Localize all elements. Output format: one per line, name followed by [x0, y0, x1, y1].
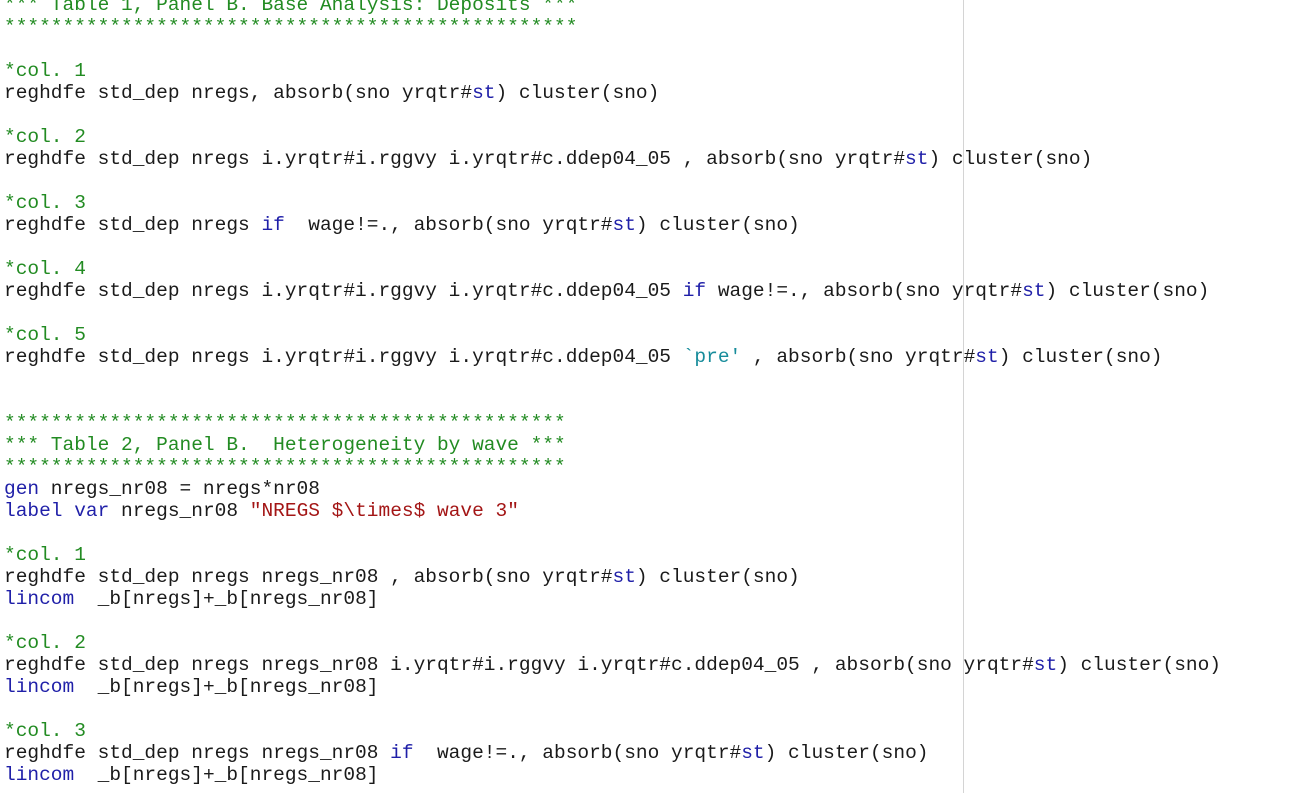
code-token-plain: ) cluster(sno): [928, 148, 1093, 170]
code-token-keyword: gen: [4, 478, 40, 500]
code-line[interactable]: *** Table 1, Panel B. Base Analysis: Dep…: [0, 0, 1314, 16]
code-token-plain: nregs_nr08: [109, 500, 250, 522]
code-token-comment: *col. 5: [4, 324, 86, 346]
code-line[interactable]: ​: [0, 38, 1314, 60]
code-token-comment: ****************************************…: [4, 456, 566, 478]
code-token-comment: ****************************************…: [4, 412, 566, 434]
code-line[interactable]: *** Table 2, Panel B. Heterogeneity by w…: [0, 434, 1314, 456]
code-line[interactable]: *col. 3: [0, 192, 1314, 214]
code-token-plain: ) cluster(sno): [998, 346, 1163, 368]
code-line[interactable]: ​: [0, 104, 1314, 126]
code-line[interactable]: label var nregs_nr08 "NREGS $\times$ wav…: [0, 500, 1314, 522]
code-line[interactable]: ​: [0, 610, 1314, 632]
code-token-plain: _b[nregs]+_b[nregs_nr08]: [74, 764, 379, 786]
edge-column-guide: [963, 0, 964, 793]
code-token-comment: *** Table 2, Panel B. Heterogeneity by w…: [4, 434, 566, 456]
code-line[interactable]: *col. 3: [0, 720, 1314, 742]
code-token-keyword: st: [612, 566, 636, 588]
code-line[interactable]: *col. 2: [0, 632, 1314, 654]
code-token-comment: *col. 2: [4, 632, 86, 654]
code-line[interactable]: ​: [0, 236, 1314, 258]
code-line[interactable]: *col. 1: [0, 60, 1314, 82]
code-line[interactable]: ​: [0, 302, 1314, 324]
code-token-keyword: st: [1022, 280, 1046, 302]
code-editor[interactable]: *** Table 1, Panel B. Base Analysis: Dep…: [0, 0, 1314, 786]
code-token-plain: ) cluster(sno): [635, 214, 800, 236]
code-token-plain: ) cluster(sno): [764, 742, 929, 764]
code-token-keyword: label var: [4, 500, 110, 522]
code-line[interactable]: ****************************************…: [0, 412, 1314, 434]
code-token-local: `pre': [682, 346, 742, 368]
code-token-plain: reghdfe std_dep nregs nregs_nr08 , absor…: [4, 566, 613, 588]
code-token-keyword: st: [905, 148, 929, 170]
code-token-keyword: st: [1033, 654, 1058, 676]
code-token-plain: ) cluster(sno): [495, 82, 660, 104]
code-token-keyword: st: [975, 346, 999, 368]
code-token-comment: *col. 2: [4, 126, 86, 148]
code-token-keyword: if: [261, 214, 285, 236]
code-token-keyword: if: [682, 280, 707, 302]
code-token-plain: nregs_nr08 = nregs*nr08: [39, 478, 320, 500]
code-line[interactable]: *col. 2: [0, 126, 1314, 148]
code-line[interactable]: gen nregs_nr08 = nregs*nr08: [0, 478, 1314, 500]
code-line[interactable]: reghdfe std_dep nregs if wage!=., absorb…: [0, 214, 1314, 236]
code-token-comment: ****************************************…: [4, 16, 578, 38]
code-token-plain: wage!=., absorb(sno yrqtr#: [284, 214, 613, 236]
code-token-plain: reghdfe std_dep nregs nregs_nr08 i.yrqtr…: [4, 654, 1034, 676]
code-line[interactable]: ****************************************…: [0, 456, 1314, 478]
code-line[interactable]: *col. 5: [0, 324, 1314, 346]
code-line[interactable]: reghdfe std_dep nregs i.yrqtr#i.rggvy i.…: [0, 280, 1314, 302]
code-line[interactable]: lincom _b[nregs]+_b[nregs_nr08]: [0, 764, 1314, 786]
code-token-plain: wage!=., absorb(sno yrqtr#: [413, 742, 742, 764]
code-token-plain: _b[nregs]+_b[nregs_nr08]: [74, 588, 379, 610]
code-line[interactable]: lincom _b[nregs]+_b[nregs_nr08]: [0, 588, 1314, 610]
code-token-plain: reghdfe std_dep nregs, absorb(sno yrqtr#: [4, 82, 473, 104]
code-token-plain: reghdfe std_dep nregs i.yrqtr#i.rggvy i.…: [4, 346, 683, 368]
code-token-plain: _b[nregs]+_b[nregs_nr08]: [74, 676, 379, 698]
code-token-plain: , absorb(sno yrqtr#: [741, 346, 976, 368]
code-line[interactable]: reghdfe std_dep nregs i.yrqtr#i.rggvy i.…: [0, 346, 1314, 368]
code-line[interactable]: *col. 1: [0, 544, 1314, 566]
code-line[interactable]: *col. 4: [0, 258, 1314, 280]
code-line[interactable]: ​: [0, 368, 1314, 390]
code-token-plain: reghdfe std_dep nregs: [4, 214, 262, 236]
code-token-comment: *col. 1: [4, 544, 86, 566]
code-line[interactable]: reghdfe std_dep nregs, absorb(sno yrqtr#…: [0, 82, 1314, 104]
code-token-keyword: lincom: [4, 764, 75, 786]
code-token-plain: ) cluster(sno): [635, 566, 800, 588]
code-token-plain: reghdfe std_dep nregs i.yrqtr#i.rggvy i.…: [4, 148, 906, 170]
code-line[interactable]: ​: [0, 698, 1314, 720]
code-token-plain: ) cluster(sno): [1057, 654, 1222, 676]
code-token-keyword: st: [612, 214, 636, 236]
code-token-comment: *col. 1: [4, 60, 86, 82]
code-token-plain: ) cluster(sno): [1045, 280, 1210, 302]
code-line[interactable]: ****************************************…: [0, 16, 1314, 38]
code-token-comment: *col. 4: [4, 258, 86, 280]
code-line[interactable]: lincom _b[nregs]+_b[nregs_nr08]: [0, 676, 1314, 698]
code-token-plain: reghdfe std_dep nregs nregs_nr08: [4, 742, 391, 764]
code-line[interactable]: ​: [0, 170, 1314, 192]
code-token-plain: wage!=., absorb(sno yrqtr#: [706, 280, 1023, 302]
code-token-keyword: lincom: [4, 676, 75, 698]
code-token-comment: *col. 3: [4, 720, 86, 742]
code-token-keyword: if: [390, 742, 414, 764]
code-line[interactable]: ​: [0, 522, 1314, 544]
code-line[interactable]: reghdfe std_dep nregs nregs_nr08 , absor…: [0, 566, 1314, 588]
code-line[interactable]: reghdfe std_dep nregs nregs_nr08 if wage…: [0, 742, 1314, 764]
code-token-plain: reghdfe std_dep nregs i.yrqtr#i.rggvy i.…: [4, 280, 683, 302]
code-token-comment: *col. 3: [4, 192, 86, 214]
code-line[interactable]: reghdfe std_dep nregs nregs_nr08 i.yrqtr…: [0, 654, 1314, 676]
code-token-keyword: lincom: [4, 588, 75, 610]
code-line[interactable]: ​: [0, 390, 1314, 412]
code-token-keyword: st: [472, 82, 496, 104]
code-token-comment: *** Table 1, Panel B. Base Analysis: Dep…: [4, 0, 578, 16]
code-line[interactable]: reghdfe std_dep nregs i.yrqtr#i.rggvy i.…: [0, 148, 1314, 170]
code-token-keyword: st: [741, 742, 765, 764]
code-token-string: "NREGS $\times$ wave 3": [249, 500, 519, 522]
